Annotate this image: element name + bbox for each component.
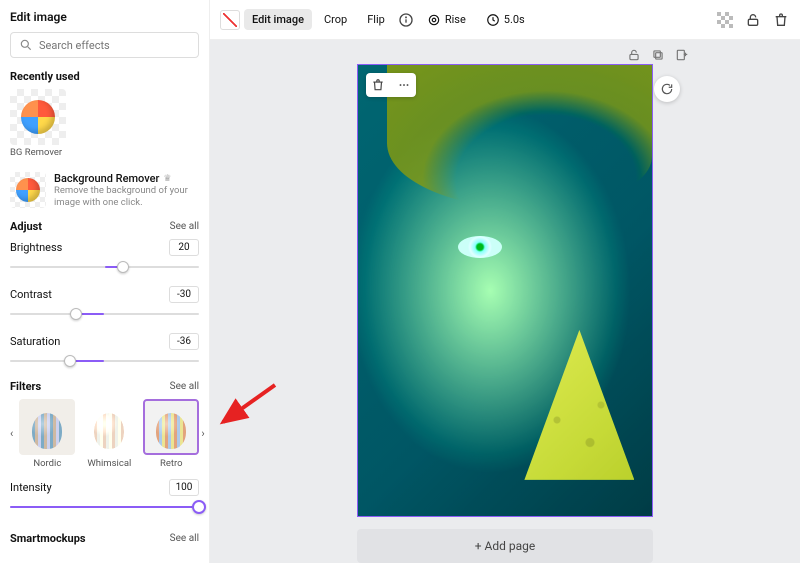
image-content (358, 65, 652, 516)
animation-label: Rise (445, 13, 466, 26)
search-icon (19, 38, 33, 52)
smartmockups-see-all[interactable]: See all (170, 533, 199, 544)
adjust-heading: Adjust (10, 220, 42, 233)
intensity-slider[interactable]: Intensity 100 (10, 479, 199, 514)
adjust-see-all[interactable]: See all (170, 221, 199, 232)
balloon-icon (94, 413, 124, 449)
saturation-label: Saturation (10, 335, 60, 348)
trash-icon[interactable] (772, 11, 790, 29)
duplicate-page-icon[interactable] (649, 46, 667, 64)
contrast-value[interactable]: -30 (169, 286, 199, 303)
filter-label: Retro (143, 458, 199, 469)
contrast-label: Contrast (10, 288, 52, 301)
slider-knob[interactable] (192, 500, 206, 514)
contrast-slider[interactable]: Contrast -30 (10, 286, 199, 321)
saturation-slider[interactable]: Saturation -36 (10, 333, 199, 368)
image-toolbar: Edit image Crop Flip Rise 5.0s (210, 0, 800, 40)
lock-icon[interactable] (744, 11, 762, 29)
bg-remover-card[interactable]: Background Remover ♛ Remove the backgroun… (10, 172, 199, 210)
slider-knob[interactable] (70, 308, 82, 320)
brightness-slider[interactable]: Brightness 20 (10, 239, 199, 274)
main-area: Edit image Crop Flip Rise 5.0s (210, 0, 800, 563)
filters-prev-button[interactable]: ‹ (10, 427, 13, 441)
intensity-label: Intensity (10, 481, 52, 494)
intensity-value[interactable]: 100 (169, 479, 199, 496)
filters-next-button[interactable]: › (201, 427, 204, 441)
filters-strip: ‹ Nordic Whimsical Retro › (10, 399, 199, 469)
bg-remover-thumb (10, 89, 66, 145)
search-input[interactable] (39, 39, 190, 52)
filter-nordic[interactable]: Nordic (19, 399, 75, 469)
add-page-button[interactable]: + Add page (357, 529, 653, 563)
more-options-button[interactable] (396, 77, 412, 93)
balloon-icon (156, 413, 186, 449)
edit-image-sidebar: Edit image Recently used BG Remover Back… (0, 0, 210, 563)
canvas-area[interactable]: + Add page (210, 40, 800, 563)
bg-remover-desc: Remove the background of your image with… (54, 185, 199, 210)
crop-button[interactable]: Crop (316, 9, 355, 30)
saturation-value[interactable]: -36 (169, 333, 199, 350)
edit-image-button[interactable]: Edit image (244, 9, 312, 30)
slider-knob[interactable] (117, 261, 129, 273)
filter-label: Nordic (19, 458, 75, 469)
animation-button[interactable]: Rise (419, 9, 474, 31)
filters-see-all[interactable]: See all (170, 381, 199, 392)
filter-whimsical[interactable]: Whimsical (81, 399, 137, 469)
balloon-icon (32, 413, 62, 449)
beachball-icon (21, 100, 55, 134)
premium-icon: ♛ (163, 174, 171, 184)
delete-image-button[interactable] (370, 77, 386, 93)
filter-label: Whimsical (81, 458, 137, 469)
selected-image[interactable] (357, 64, 653, 517)
filter-retro[interactable]: Retro (143, 399, 199, 469)
page-tools (625, 46, 691, 64)
animation-icon (427, 13, 441, 27)
search-effects-field[interactable] (10, 32, 199, 58)
transparency-icon[interactable] (716, 11, 734, 29)
duration-label: 5.0s (504, 13, 525, 26)
bg-remover-title: Background Remover (54, 172, 159, 185)
duration-button[interactable]: 5.0s (478, 9, 533, 31)
brightness-value[interactable]: 20 (169, 239, 199, 256)
flip-button[interactable]: Flip (359, 9, 393, 30)
panel-title: Edit image (10, 10, 199, 24)
recently-used-heading: Recently used (10, 70, 80, 83)
beachball-icon (16, 178, 40, 202)
smartmockups-heading: Smartmockups (10, 532, 86, 545)
filters-heading: Filters (10, 380, 41, 393)
color-swatch-none[interactable] (220, 10, 240, 30)
refresh-button[interactable] (654, 76, 680, 102)
brightness-label: Brightness (10, 241, 62, 254)
bg-remover-mini-thumb (10, 172, 46, 208)
add-page-icon[interactable] (673, 46, 691, 64)
info-icon[interactable] (397, 11, 415, 29)
page-lock-icon[interactable] (625, 46, 643, 64)
clock-icon (486, 13, 500, 27)
recently-used-item[interactable]: BG Remover (10, 89, 66, 158)
recently-used-label: BG Remover (10, 147, 66, 158)
slider-knob[interactable] (64, 355, 76, 367)
image-float-toolbar (366, 73, 416, 97)
